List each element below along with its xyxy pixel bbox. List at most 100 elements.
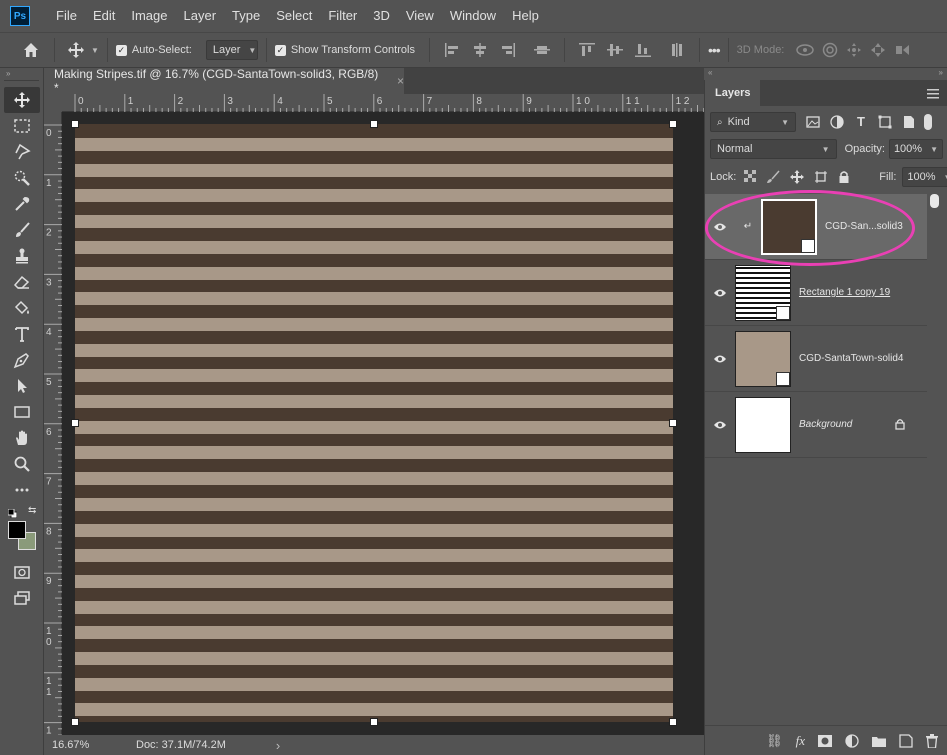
quick-mask-button[interactable] [4, 559, 40, 585]
layer-row[interactable]: ↵ CGD-San...solid3 [705, 194, 927, 260]
panel-collapse-bar[interactable]: « » [704, 68, 947, 80]
paint-bucket-tool[interactable] [4, 295, 40, 321]
layer-kind-filter[interactable]: ⌕ Kind ▼ [710, 112, 796, 132]
shape-filter-icon[interactable] [878, 115, 892, 129]
transform-handle-ml[interactable] [71, 419, 79, 427]
align-hcenter-icon[interactable] [472, 43, 488, 57]
layer-row[interactable]: Rectangle 1 copy 19 [705, 260, 927, 326]
transform-handle-bl[interactable] [71, 718, 79, 726]
new-layer-icon[interactable] [899, 733, 913, 748]
status-menu-arrow[interactable]: › [276, 738, 280, 753]
3d-scale-icon[interactable] [894, 42, 910, 58]
type-tool[interactable] [4, 321, 40, 347]
home-icon[interactable] [22, 41, 40, 59]
fx-icon[interactable]: fx [796, 733, 805, 749]
more-tools[interactable] [4, 477, 40, 503]
app-logo[interactable]: Ps [10, 6, 30, 26]
move-tool-preset-icon[interactable] [67, 41, 85, 59]
stamp-tool[interactable] [4, 243, 40, 269]
3d-roll-icon[interactable] [822, 42, 838, 58]
hand-tool[interactable] [4, 425, 40, 451]
lock-image-icon[interactable] [766, 170, 780, 184]
pen-tool[interactable] [4, 347, 40, 373]
layer-row[interactable]: CGD-SantaTown-solid4 [705, 326, 927, 392]
eraser-tool[interactable] [4, 269, 40, 295]
lock-transparent-icon[interactable] [744, 170, 757, 184]
zoom-level[interactable]: 16.67% [52, 739, 122, 751]
lasso-tool[interactable] [4, 139, 40, 165]
transform-handle-br[interactable] [669, 718, 677, 726]
3d-orbit-icon[interactable] [796, 43, 815, 57]
lock-position-icon[interactable] [790, 170, 805, 184]
filter-toggle[interactable] [924, 114, 932, 130]
align-vcenter-icon[interactable] [606, 43, 623, 57]
transform-handle-tc[interactable] [370, 120, 378, 128]
transform-handle-tr[interactable] [669, 120, 677, 128]
fill-field[interactable]: 100% ▼ [902, 167, 947, 187]
align-left-icon[interactable] [444, 43, 460, 57]
menu-file[interactable]: File [48, 0, 85, 32]
folder-icon[interactable] [872, 735, 886, 747]
canvas-viewport[interactable] [62, 112, 704, 738]
path-select-tool[interactable] [4, 373, 40, 399]
trash-icon[interactable] [926, 733, 938, 749]
type-filter-icon[interactable]: T [854, 115, 868, 129]
menu-view[interactable]: View [398, 0, 442, 32]
3d-slide-icon[interactable] [870, 42, 886, 58]
panel-menu-icon[interactable] [927, 88, 939, 99]
opacity-field[interactable]: 100% ▼ [888, 139, 943, 159]
adjustment-icon[interactable] [845, 733, 859, 748]
screen-mode-button[interactable] [4, 585, 40, 611]
panel-expand-icon[interactable]: » [939, 68, 943, 77]
default-colors-icon[interactable] [7, 507, 18, 519]
eye-icon[interactable] [705, 420, 735, 430]
menu-select[interactable]: Select [268, 0, 320, 32]
link-icon[interactable]: ⛓ [766, 733, 783, 749]
layers-scrollbar-thumb[interactable] [930, 194, 939, 208]
adjustment-filter-icon[interactable] [830, 115, 844, 129]
pixel-filter-icon[interactable] [806, 115, 820, 129]
swap-colors-icon[interactable]: ⇆ [28, 505, 36, 516]
lock-artboard-icon[interactable] [814, 170, 828, 184]
layer-name[interactable]: Rectangle 1 copy 19 [799, 287, 890, 298]
quick-select-tool[interactable] [4, 165, 40, 191]
mask-icon[interactable] [818, 734, 832, 747]
layer-name[interactable]: Background [799, 419, 895, 430]
smart-object-filter-icon[interactable] [902, 115, 916, 129]
3d-pan-icon[interactable] [846, 42, 862, 58]
panel-collapse-icon[interactable]: « [708, 68, 712, 77]
align-right-icon[interactable] [500, 43, 516, 57]
lock-all-icon[interactable] [838, 170, 850, 184]
menu-layer[interactable]: Layer [176, 0, 225, 32]
distribute-icon[interactable] [533, 43, 550, 57]
eye-icon[interactable] [705, 222, 735, 232]
layer-row[interactable]: Background [705, 392, 927, 458]
menu-filter[interactable]: Filter [320, 0, 365, 32]
blend-mode-dropdown[interactable]: Normal ▼ [710, 139, 837, 159]
move-tool[interactable] [4, 87, 40, 113]
transform-handle-tl[interactable] [71, 120, 79, 128]
layer-name[interactable]: CGD-SantaTown-solid4 [799, 353, 904, 364]
zoom-tool[interactable] [4, 451, 40, 477]
eye-icon[interactable] [705, 354, 735, 364]
brush-tool[interactable] [4, 217, 40, 243]
menu-help[interactable]: Help [504, 0, 547, 32]
eyedropper-tool[interactable] [4, 191, 40, 217]
eye-icon[interactable] [705, 288, 735, 298]
menu-window[interactable]: Window [442, 0, 504, 32]
auto-select-dropdown[interactable]: Layer ▼ [205, 40, 258, 60]
panel-collapse-icon[interactable]: » [0, 68, 43, 80]
layer-name[interactable]: CGD-San...solid3 [825, 221, 903, 232]
menu-3d[interactable]: 3D [365, 0, 398, 32]
chevron-down-icon[interactable]: ▼ [91, 46, 99, 55]
auto-select-checkbox[interactable]: ✓ [115, 44, 127, 56]
menu-edit[interactable]: Edit [85, 0, 123, 32]
close-icon[interactable]: × [397, 74, 404, 88]
document-tab[interactable]: Making Stripes.tif @ 16.7% (CGD-SantaTow… [44, 67, 404, 95]
stripes-canvas[interactable] [75, 124, 673, 722]
marquee-tool[interactable] [4, 113, 40, 139]
more-options-icon[interactable]: ••• [708, 42, 721, 58]
layers-tab[interactable]: Layers [705, 80, 761, 106]
align-top-icon[interactable] [578, 43, 595, 57]
transform-controls-checkbox[interactable]: ✓ [274, 44, 286, 56]
